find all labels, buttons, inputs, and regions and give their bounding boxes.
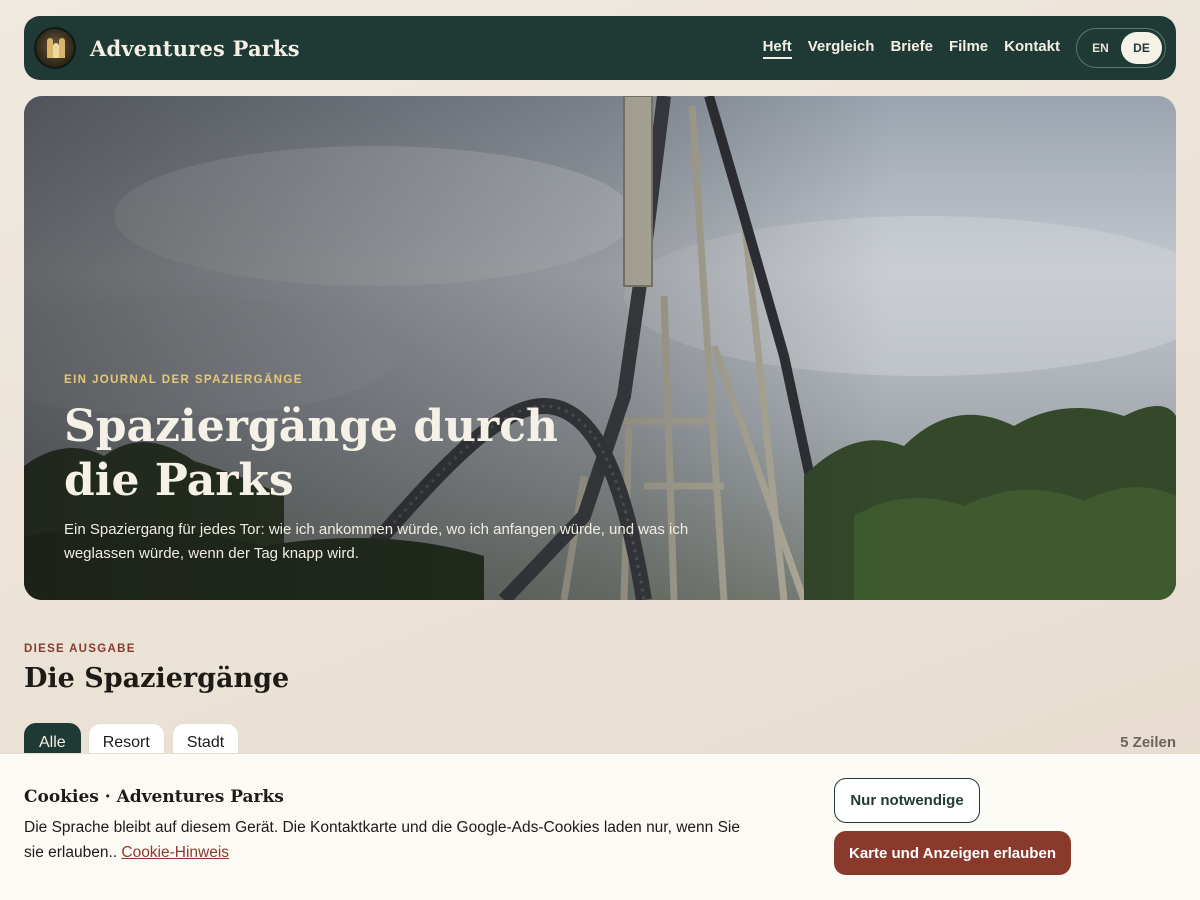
allow-map-ads-button[interactable]: Karte und Anzeigen erlauben [834,831,1071,875]
hero-content: EIN JOURNAL DER SPAZIERGÄNGE Spaziergäng… [64,374,704,566]
cookie-banner: Cookies · Adventures Parks Die Sprache b… [0,753,1200,900]
nav-item-briefe[interactable]: Briefe [890,38,933,59]
top-navigation-bar: Adventures Parks Heft Vergleich Briefe F… [24,16,1176,80]
section-title: Die Spaziergänge [24,663,290,694]
language-en-button[interactable]: EN [1080,32,1121,64]
nav-item-filme[interactable]: Filme [949,38,988,59]
hero-kicker: EIN JOURNAL DER SPAZIERGÄNGE [64,374,303,386]
castle-gate-icon[interactable] [34,27,76,69]
section-kicker: DIESE AUSGABE [24,643,136,655]
hero-subtitle: Ein Spaziergang für jedes Tor: wie ich a… [64,521,689,562]
cookie-text-block: Die Sprache bleibt auf diesem Gerät. Die… [24,815,764,865]
cookie-notice-link[interactable]: Cookie-Hinweis [121,844,229,861]
hero-banner: EIN JOURNAL DER SPAZIERGÄNGE Spaziergäng… [24,96,1176,600]
main-nav: Heft Vergleich Briefe Filme Kontakt EN D… [747,28,1166,68]
language-switcher: EN DE [1076,28,1166,68]
necessary-only-button[interactable]: Nur notwendige [834,778,980,823]
hero-title: Spaziergänge durch die Parks [64,401,558,506]
row-count: 5 Zeilen [1120,734,1176,751]
nav-item-heft[interactable]: Heft [762,38,792,59]
cookie-title: Cookies · Adventures Parks [24,787,284,807]
language-de-button[interactable]: DE [1121,32,1162,64]
nav-item-vergleich[interactable]: Vergleich [808,38,875,59]
brand-name[interactable]: Adventures Parks [90,36,300,61]
nav-item-kontakt[interactable]: Kontakt [1004,38,1060,59]
